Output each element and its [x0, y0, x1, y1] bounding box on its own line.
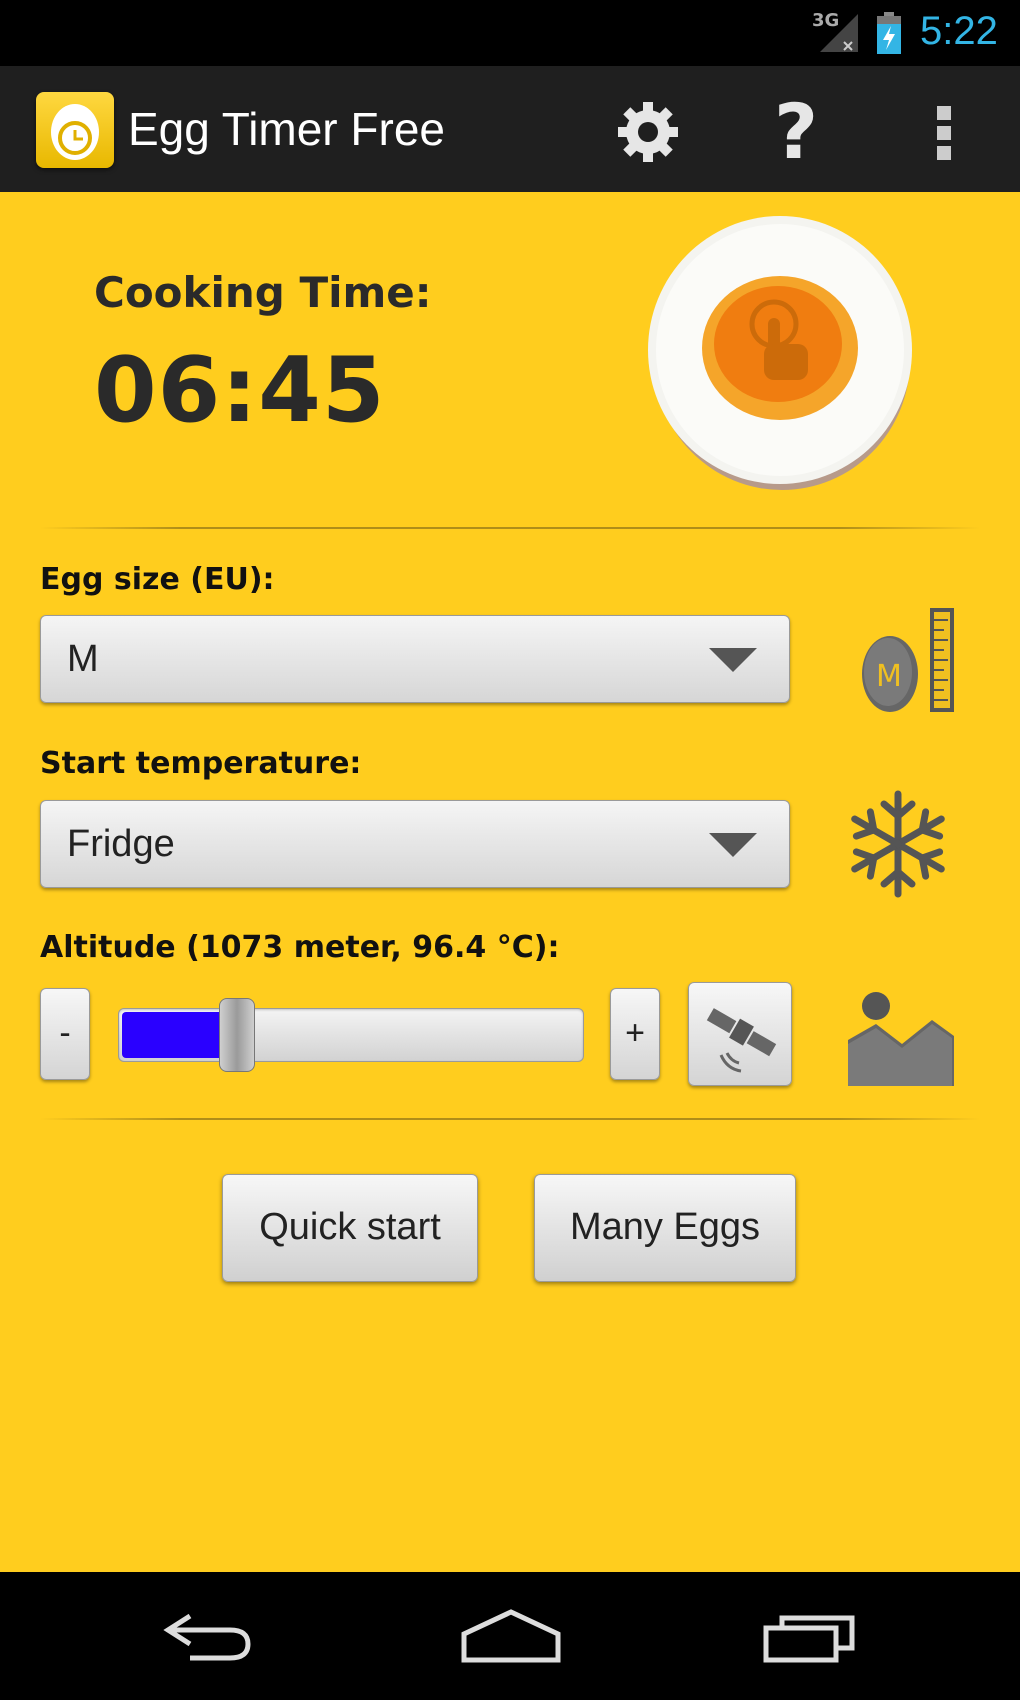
altitude-increase-button[interactable]: + — [610, 988, 660, 1080]
quick-start-button[interactable]: Quick start — [222, 1174, 478, 1282]
dropdown-arrow-icon — [709, 833, 757, 857]
cooking-time-label: Cooking Time: — [94, 268, 432, 317]
status-clock: 5:22 — [920, 9, 998, 53]
app-title: Egg Timer Free — [128, 103, 445, 155]
egg-size-ruler-icon: M — [862, 608, 954, 712]
egg-size-icon-letter: M — [876, 659, 902, 694]
satellite-icon — [706, 1008, 777, 1073]
egg-size-dropdown[interactable]: M — [40, 615, 790, 703]
start-temperature-label: Start temperature: — [40, 746, 362, 781]
altitude-decrease-button[interactable]: - — [40, 988, 90, 1080]
home-icon[interactable] — [456, 1606, 566, 1666]
help-glyph: ? — [774, 92, 818, 172]
altitude-label: Altitude (1073 meter, 96.4 °C): — [40, 930, 560, 965]
back-icon[interactable] — [160, 1606, 260, 1666]
mountain-altitude-icon — [848, 992, 954, 1086]
status-bar — [0, 0, 1020, 66]
egg-clock-icon — [51, 104, 99, 160]
settings-gear-icon[interactable] — [612, 96, 684, 168]
recent-apps-icon[interactable] — [760, 1606, 860, 1666]
soft-boiled-egg-start-button[interactable] — [640, 212, 922, 500]
egg-size-label: Egg size (EU): — [40, 562, 275, 597]
battery-charging-icon — [877, 12, 901, 54]
gps-altitude-button[interactable] — [688, 982, 792, 1086]
start-temperature-selected-value: Fridge — [67, 823, 175, 865]
dropdown-arrow-icon — [709, 648, 757, 672]
altitude-slider-thumb[interactable] — [219, 998, 255, 1072]
many-eggs-button[interactable]: Many Eggs — [534, 1174, 796, 1282]
snowflake-icon — [851, 790, 945, 898]
help-icon[interactable]: ? — [760, 92, 832, 172]
app-icon[interactable] — [36, 92, 114, 168]
overflow-menu-icon[interactable] — [915, 96, 975, 168]
start-temperature-dropdown[interactable]: Fridge — [40, 800, 790, 888]
section-divider — [40, 1118, 980, 1120]
section-divider — [40, 527, 980, 529]
signal-strength-icon — [820, 14, 858, 52]
egg-size-selected-value: M — [67, 638, 99, 680]
cooking-time-value: 06:45 — [94, 338, 386, 443]
